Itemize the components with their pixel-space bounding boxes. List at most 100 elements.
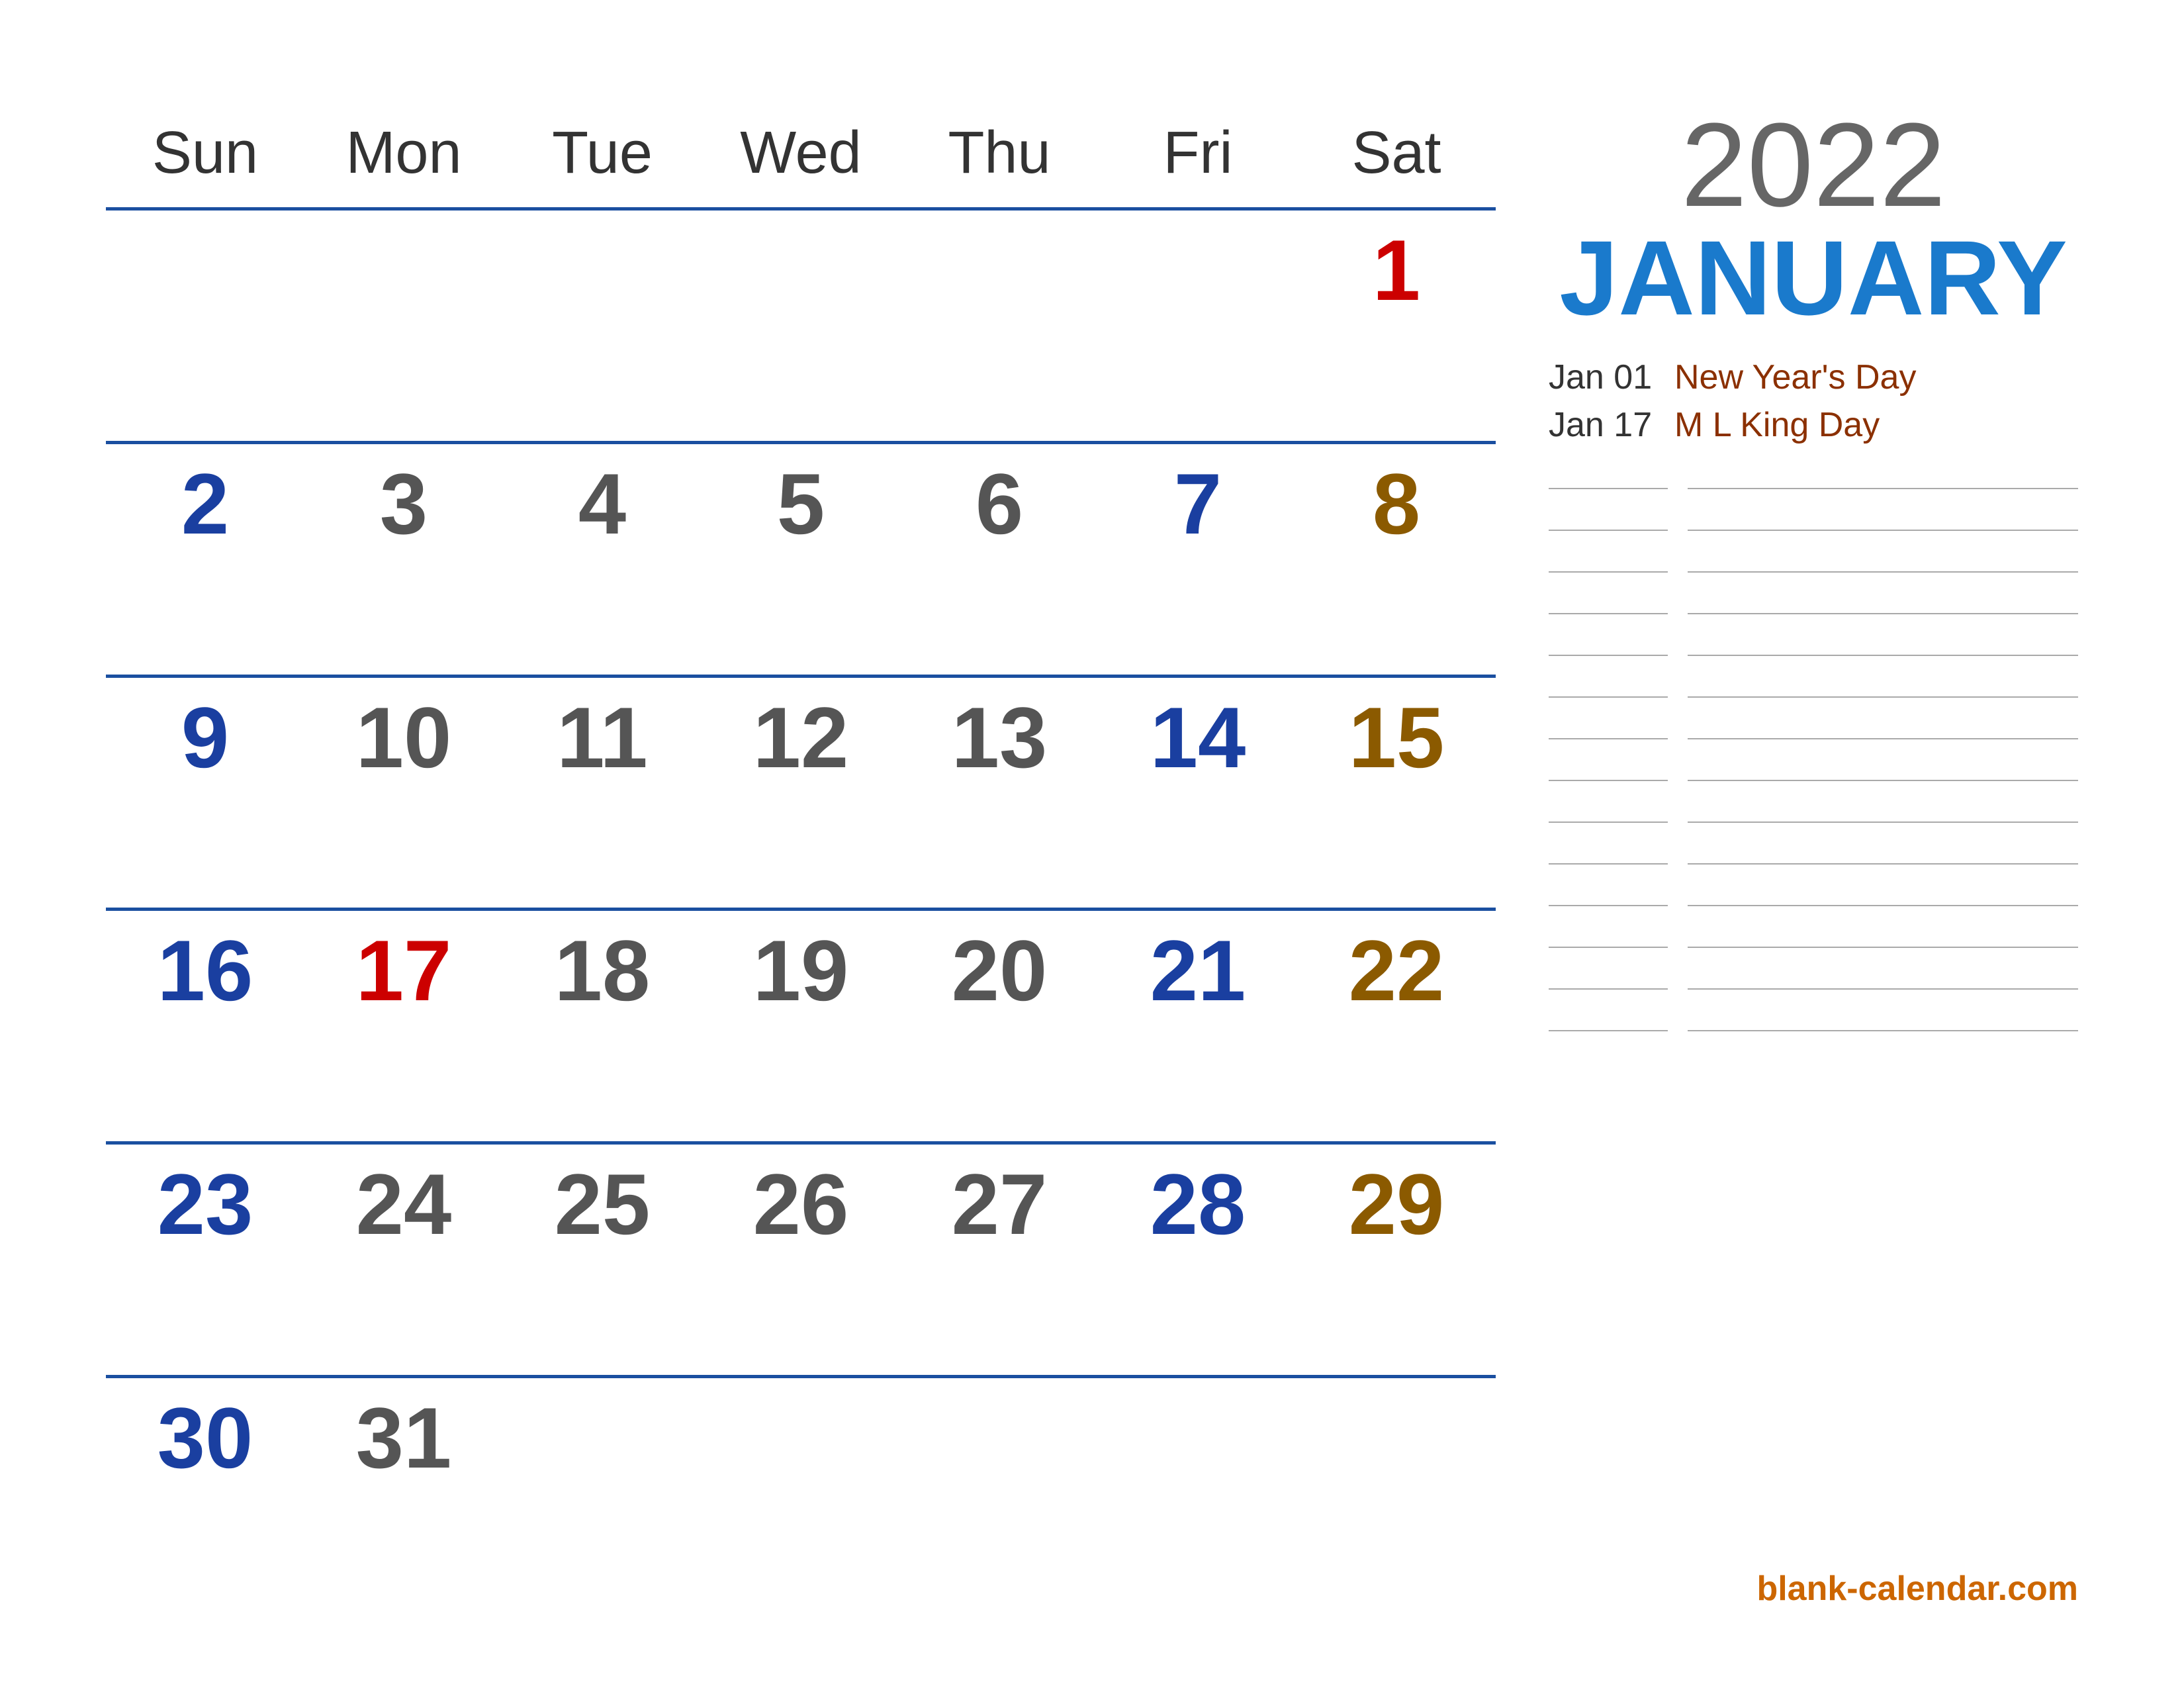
day-cell: 3 (304, 454, 503, 665)
note-right-col (1688, 870, 2078, 906)
note-left-col (1549, 786, 1668, 823)
note-right-col (1688, 536, 2078, 573)
day-number (987, 227, 1011, 313)
day-number: 8 (1373, 461, 1420, 547)
note-left-col (1549, 620, 1668, 656)
note-row (1549, 870, 2078, 906)
holiday-entry: Jan 01New Year's Day (1549, 357, 2078, 397)
day-number: 23 (158, 1161, 253, 1247)
note-row (1549, 453, 2078, 489)
day-number (590, 227, 614, 313)
note-right-col (1688, 745, 2078, 781)
note-row (1549, 494, 2078, 531)
day-number: 12 (753, 694, 849, 780)
day-cell: 27 (900, 1154, 1099, 1365)
day-header-wed: Wed (702, 119, 900, 194)
day-cell: 20 (900, 921, 1099, 1131)
day-number: 3 (380, 461, 428, 547)
note-left-col (1549, 870, 1668, 906)
day-number (193, 227, 217, 313)
calendar-page: SunMonTueWedThuFriSat 123456789101112131… (0, 0, 2184, 1688)
day-number: 25 (555, 1161, 651, 1247)
holiday-name: New Year's Day (1674, 357, 1916, 397)
day-cell (702, 220, 900, 431)
note-row (1549, 703, 2078, 739)
day-cell: 18 (503, 921, 702, 1131)
day-cell: 5 (702, 454, 900, 665)
note-row (1549, 578, 2078, 614)
day-cell (503, 220, 702, 431)
note-left-col (1549, 453, 1668, 489)
day-cell: 6 (900, 454, 1099, 665)
day-cell: 30 (106, 1388, 304, 1599)
note-left-col (1549, 745, 1668, 781)
day-number: 2 (181, 461, 229, 547)
day-cell (702, 1388, 900, 1599)
year-label: 2022 (1549, 106, 2078, 225)
day-number: 24 (356, 1161, 452, 1247)
day-cell: 10 (304, 688, 503, 898)
day-number: 27 (952, 1161, 1048, 1247)
day-cell: 8 (1297, 454, 1496, 665)
day-cell: 31 (304, 1388, 503, 1599)
day-number (590, 1395, 614, 1481)
note-right-col (1688, 953, 2078, 990)
day-cell: 24 (304, 1154, 503, 1365)
day-cell: 17 (304, 921, 503, 1131)
note-left-col (1549, 494, 1668, 531)
note-row (1549, 953, 2078, 990)
day-cell (503, 1388, 702, 1599)
day-number: 14 (1150, 694, 1246, 780)
holiday-name: M L King Day (1674, 405, 1880, 445)
day-number: 22 (1349, 927, 1445, 1013)
day-header-mon: Mon (304, 119, 503, 194)
holiday-date: Jan 17 (1549, 405, 1655, 445)
day-number: 17 (356, 927, 452, 1013)
day-number: 15 (1349, 694, 1445, 780)
calendar-rows: 1234567891011121314151617181920212223242… (106, 207, 1496, 1609)
day-number (1385, 1395, 1408, 1481)
day-header-tue: Tue (503, 119, 702, 194)
month-label: JANUARY (1549, 225, 2078, 331)
week-row-0: 1 (106, 207, 1496, 441)
day-header-sun: Sun (106, 119, 304, 194)
day-cell: 12 (702, 688, 900, 898)
note-left-col (1549, 995, 1668, 1031)
day-number: 10 (356, 694, 452, 780)
note-left-col (1549, 912, 1668, 948)
footer: blank-calendar.com (1549, 1556, 2078, 1609)
day-number: 30 (158, 1395, 253, 1481)
day-cell (900, 1388, 1099, 1599)
day-number: 26 (753, 1161, 849, 1247)
day-number: 31 (356, 1395, 452, 1481)
day-header-fri: Fri (1099, 119, 1297, 194)
week-row-4: 23 24 25 26 27 28 29 (106, 1141, 1496, 1375)
day-number: 29 (1349, 1161, 1445, 1247)
holiday-entry: Jan 17 M L King Day (1549, 405, 2078, 445)
day-header-sat: Sat (1297, 119, 1496, 194)
day-cell: 29 (1297, 1154, 1496, 1365)
note-right-col (1688, 661, 2078, 698)
day-headers-row: SunMonTueWedThuFriSat (106, 119, 1496, 194)
day-number (392, 227, 416, 313)
note-right-col (1688, 912, 2078, 948)
day-cell (1099, 1388, 1297, 1599)
day-number: 9 (181, 694, 229, 780)
note-left-col (1549, 828, 1668, 865)
note-row (1549, 745, 2078, 781)
day-cell: 28 (1099, 1154, 1297, 1365)
day-cell (106, 220, 304, 431)
day-cell: 26 (702, 1154, 900, 1365)
note-right-col (1688, 786, 2078, 823)
notes-area: Jan 01New Year's Day Jan 17 M L King Day (1549, 357, 2078, 1556)
note-row (1549, 995, 2078, 1031)
note-left-col (1549, 661, 1668, 698)
note-row (1549, 620, 2078, 656)
day-number: 16 (158, 927, 253, 1013)
note-right-col (1688, 995, 2078, 1031)
note-left-col (1549, 578, 1668, 614)
day-cell (1099, 220, 1297, 431)
note-left-col (1549, 703, 1668, 739)
info-section: 2022 JANUARY Jan 01New Year's DayJan 17M… (1496, 119, 2078, 1609)
day-number: 1 (1373, 227, 1420, 313)
